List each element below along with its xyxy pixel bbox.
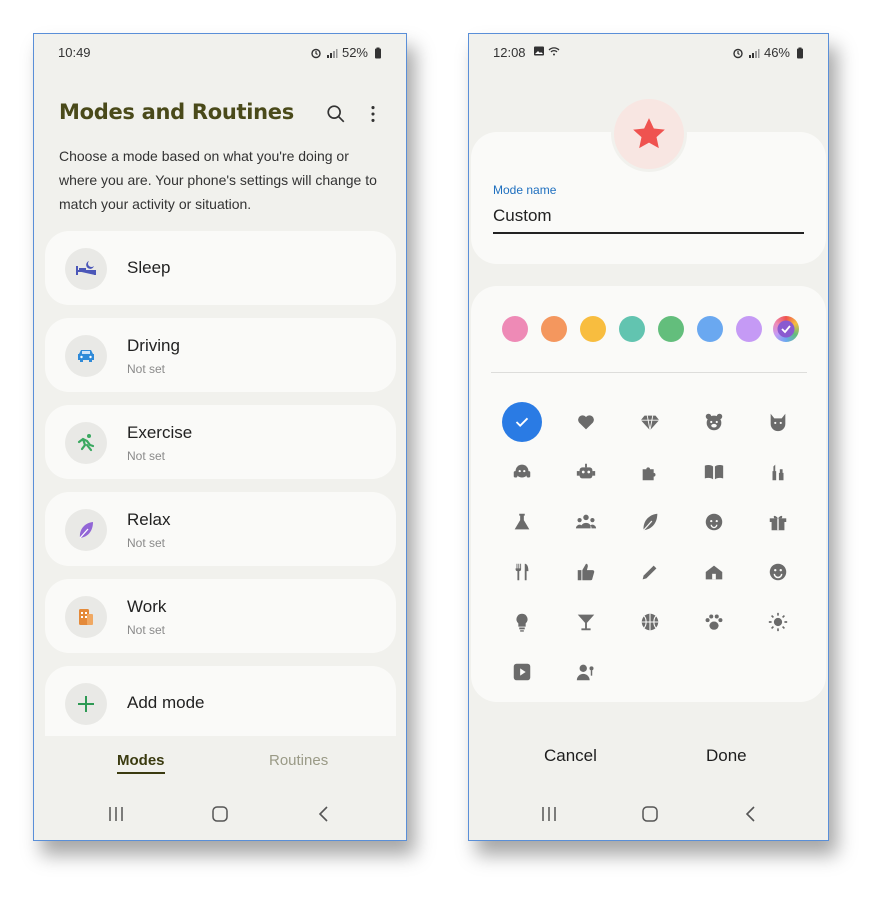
check-icon[interactable] <box>502 402 542 442</box>
color-swatch-orange[interactable] <box>541 316 567 342</box>
mode-card-driving[interactable]: Driving Not set <box>45 318 396 392</box>
sun-icon[interactable] <box>758 602 798 642</box>
back-icon[interactable] <box>739 802 763 826</box>
status-time: 12:08 <box>493 45 526 60</box>
smile-icon[interactable] <box>758 552 798 592</box>
custom-mode-screen: 12:08 46% Mode name Custom Cancel Done <box>468 33 829 841</box>
done-button[interactable]: Done <box>706 746 747 766</box>
battery-percent: 46% <box>763 45 790 60</box>
puzzle-icon[interactable] <box>630 452 670 492</box>
lightbulb-icon[interactable] <box>502 602 542 642</box>
mode-status: Not set <box>127 362 166 376</box>
mode-status: Not set <box>127 536 166 550</box>
running-icon <box>65 422 107 464</box>
alarm-icon <box>310 47 322 59</box>
paw-icon[interactable] <box>694 602 734 642</box>
thumbs-up-icon[interactable] <box>566 552 606 592</box>
divider <box>491 372 807 373</box>
mode-name: Driving <box>127 336 180 355</box>
color-swatch-custom[interactable] <box>773 316 799 342</box>
pencil-icon[interactable] <box>630 552 670 592</box>
tab-routines[interactable]: Routines <box>269 752 328 769</box>
battery-percent: 52% <box>341 45 368 60</box>
page-description: Choose a mode based on what you're doing… <box>59 148 377 212</box>
baby-icon[interactable] <box>694 502 734 542</box>
color-swatch-green[interactable] <box>658 316 684 342</box>
car-icon <box>65 335 107 377</box>
bear-icon[interactable] <box>694 402 734 442</box>
mode-card-relax[interactable]: Relax Not set <box>45 492 396 566</box>
modes-list-screen: 10:49 52% Modes and Routines Choose a mo… <box>33 33 407 841</box>
mode-name: Sleep <box>127 258 171 277</box>
selected-mode-icon[interactable] <box>611 96 687 172</box>
fork-knife-icon[interactable] <box>502 552 542 592</box>
status-bar: 12:08 46% <box>469 34 828 70</box>
cat-icon[interactable] <box>758 402 798 442</box>
mode-name-input[interactable] <box>493 198 804 234</box>
wifi-icon <box>548 45 560 57</box>
basketball-icon[interactable] <box>630 602 670 642</box>
gift-icon[interactable] <box>758 502 798 542</box>
more-options-icon[interactable] <box>361 102 385 126</box>
status-bar: 10:49 52% <box>34 34 406 70</box>
tab-modes[interactable]: Modes <box>117 752 165 774</box>
mode-name: Relax <box>127 510 171 529</box>
image-notification-icon <box>533 45 545 57</box>
signal-icon <box>326 47 338 59</box>
leaf-icon <box>65 509 107 551</box>
house-icon[interactable] <box>694 552 734 592</box>
headphones-icon[interactable] <box>502 452 542 492</box>
play-icon[interactable] <box>502 652 542 692</box>
alarm-icon <box>732 47 744 59</box>
system-nav-bar <box>469 802 828 826</box>
flask-icon[interactable] <box>502 502 542 542</box>
recent-apps-icon[interactable] <box>104 802 128 826</box>
home-icon[interactable] <box>638 802 662 826</box>
robot-icon[interactable] <box>566 452 606 492</box>
system-nav-bar <box>34 802 406 826</box>
back-icon[interactable] <box>312 802 336 826</box>
building-icon <box>65 596 107 638</box>
recent-apps-icon[interactable] <box>537 802 561 826</box>
color-swatch-purple[interactable] <box>736 316 762 342</box>
mode-card-sleep[interactable]: Sleep <box>45 231 396 305</box>
book-icon[interactable] <box>694 452 734 492</box>
check-icon <box>777 320 795 338</box>
star-icon <box>633 118 665 149</box>
mode-name-label: Mode name <box>493 183 557 197</box>
leaf-icon[interactable] <box>630 502 670 542</box>
mode-card-exercise[interactable]: Exercise Not set <box>45 405 396 479</box>
mode-name: Exercise <box>127 423 193 442</box>
color-swatch-yellow[interactable] <box>580 316 606 342</box>
diamond-icon[interactable] <box>630 402 670 442</box>
cancel-button[interactable]: Cancel <box>544 746 597 766</box>
people-icon[interactable] <box>566 502 606 542</box>
status-time: 10:49 <box>58 45 91 60</box>
add-mode-button[interactable]: Add mode <box>45 666 396 736</box>
mode-status: Not set <box>127 449 166 463</box>
signal-icon <box>748 47 760 59</box>
mode-status: Not set <box>127 623 166 637</box>
color-swatch-teal[interactable] <box>619 316 645 342</box>
mode-card-work[interactable]: Work Not set <box>45 579 396 653</box>
lipstick-icon[interactable] <box>758 452 798 492</box>
home-icon[interactable] <box>208 802 232 826</box>
cocktail-icon[interactable] <box>566 602 606 642</box>
person-speak-icon[interactable] <box>566 652 606 692</box>
search-icon[interactable] <box>324 102 348 126</box>
sleep-bed-icon <box>65 248 107 290</box>
mode-name: Work <box>127 597 167 616</box>
color-swatch-pink[interactable] <box>502 316 528 342</box>
icon-color-picker <box>471 286 826 702</box>
color-swatch-blue[interactable] <box>697 316 723 342</box>
heart-icon[interactable] <box>566 402 606 442</box>
page-title: Modes and Routines <box>59 100 294 124</box>
battery-icon <box>372 47 384 59</box>
plus-icon <box>65 683 107 725</box>
add-mode-label: Add mode <box>127 693 205 712</box>
battery-icon <box>794 47 806 59</box>
